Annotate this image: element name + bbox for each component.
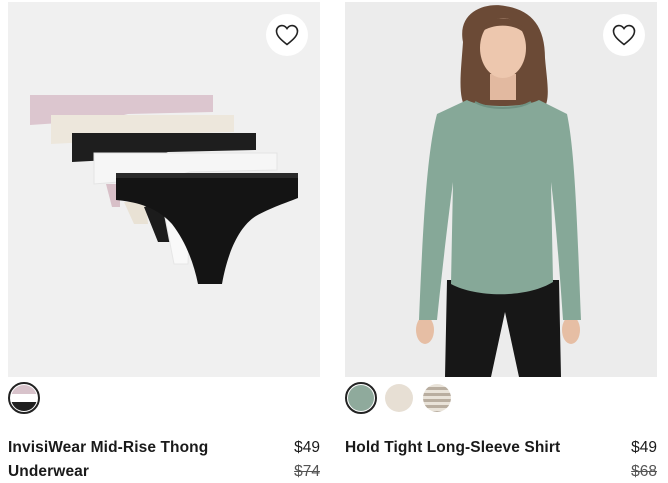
- product-grid: InvisiWear Mid-Rise Thong Underwear $49 …: [0, 0, 668, 483]
- oat-swatch-color: [385, 384, 413, 412]
- stripe-swatch-color: [423, 384, 451, 412]
- swatch-oat[interactable]: [383, 382, 415, 414]
- original-price: $74: [294, 463, 320, 480]
- product-title[interactable]: InvisiWear Mid-Rise Thong Underwear: [8, 436, 243, 483]
- underwear-multipack-image: [30, 95, 298, 284]
- sage-swatch-color: [348, 385, 374, 411]
- wishlist-button[interactable]: [603, 14, 645, 56]
- color-swatches: [345, 382, 453, 416]
- sale-price: $49: [631, 439, 657, 456]
- original-price: $68: [631, 463, 657, 480]
- heart-outline-icon: [612, 24, 636, 46]
- swatch-stripe[interactable]: [421, 382, 453, 414]
- price-block: $49 $74: [294, 436, 320, 483]
- color-swatches: [8, 382, 40, 416]
- price-block: $49 $68: [631, 436, 657, 483]
- model-long-sleeve-shirt-image: [416, 5, 581, 377]
- heart-outline-icon: [275, 24, 299, 46]
- swatch-sage[interactable]: [345, 382, 377, 414]
- sale-price: $49: [294, 439, 320, 456]
- swatch-multipack[interactable]: [8, 382, 40, 414]
- product-image[interactable]: [8, 2, 320, 377]
- product-title[interactable]: Hold Tight Long-Sleeve Shirt: [345, 436, 580, 460]
- product-card[interactable]: InvisiWear Mid-Rise Thong Underwear $49 …: [8, 0, 320, 483]
- product-card[interactable]: Hold Tight Long-Sleeve Shirt $49 $68: [345, 0, 657, 483]
- product-image[interactable]: [345, 2, 657, 377]
- wishlist-button[interactable]: [266, 14, 308, 56]
- multipack-swatch-color: [11, 385, 37, 411]
